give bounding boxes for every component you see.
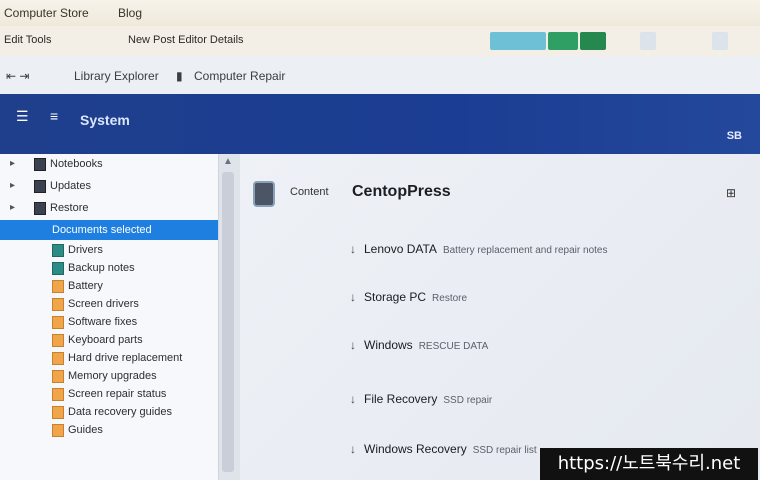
sidebar-item[interactable]: Screen drivers [0, 294, 218, 314]
main-label: Content [290, 186, 329, 198]
toolbar-button-4[interactable] [712, 32, 728, 50]
scrollbar-thumb[interactable] [222, 172, 234, 472]
folder-icon [52, 316, 64, 329]
item-icon [34, 180, 46, 193]
sidebar-item-label: Guides [68, 424, 103, 436]
folder-icon [52, 424, 64, 437]
sidebar-item[interactable]: Memory upgrades [0, 366, 218, 386]
pin-icon: ↓ [350, 242, 356, 256]
address-bar: ⇤ ⇥ Library Explorer ▮ Computer Repair [0, 56, 760, 95]
window-subtitle: Blog [118, 6, 143, 20]
pin-icon: ↓ [350, 392, 356, 406]
entry-title: Lenovo DATA [364, 242, 437, 256]
nav-arrows-icon[interactable]: ⇤ ⇥ [6, 69, 29, 83]
content-icon [253, 181, 275, 207]
status-button[interactable] [580, 32, 606, 50]
page-title: CentopPress [352, 183, 451, 200]
sidebar-item-label: Notebooks [50, 158, 103, 170]
sidebar-item[interactable]: Keyboard parts [0, 330, 218, 350]
entry-title: File Recovery [364, 392, 438, 406]
folder-icon [52, 406, 64, 419]
options-icon[interactable]: ⊞ [726, 186, 736, 200]
header-title: System [80, 112, 130, 128]
sidebar-item[interactable]: Software fixes [0, 312, 218, 332]
sidebar-item[interactable]: Guides [0, 420, 218, 440]
entry-title: Windows Recovery [364, 442, 467, 456]
toolbar-button-3[interactable] [640, 32, 656, 50]
editor-path: New Post Editor Details [128, 34, 244, 46]
sidebar-item[interactable]: ▸ Updates [0, 176, 218, 196]
item-icon [52, 244, 64, 257]
expand-arrow-icon[interactable]: ▸ [10, 158, 15, 169]
address-path[interactable]: Computer Repair [194, 69, 285, 83]
sidebar-item-label: Updates [50, 180, 91, 192]
folder-icon [52, 334, 64, 347]
item-icon [34, 158, 46, 171]
menu-icon[interactable]: ☰ [16, 108, 29, 125]
pin-icon: ↓ [350, 442, 356, 456]
toolbar-button-2[interactable] [548, 32, 578, 50]
folder-icon [52, 388, 64, 401]
watermark: https://노트북수리.net [540, 448, 758, 480]
sidebar-tree: ▸ Notebooks ▸ Updates ▸ Restore Documents sele… [0, 154, 218, 480]
library-label[interactable]: Library Explorer [74, 69, 159, 83]
sidebar-item[interactable]: Drivers [0, 240, 218, 260]
folder-icon: ▮ [176, 69, 183, 83]
entry-subtitle: Restore [432, 293, 468, 304]
entry-title: Windows [364, 338, 413, 352]
sidebar-item-label: Restore [50, 202, 89, 214]
main-panel [240, 154, 760, 480]
title-bar: Computer Store Blog [0, 0, 760, 27]
content-entry[interactable]: ↓ Windows Recovery SSD repair list [350, 442, 537, 456]
app-title: Computer Store [4, 6, 89, 20]
sidebar-item-label: Battery [68, 280, 103, 292]
list-icon[interactable]: ≡ [50, 108, 58, 124]
entry-subtitle: RESCUE DATA [418, 341, 489, 352]
sidebar-item[interactable]: Documents selected [0, 220, 218, 240]
item-icon [34, 202, 46, 215]
sidebar-item[interactable]: ▸ Restore [0, 198, 218, 218]
scroll-up-icon[interactable]: ▲ [223, 156, 233, 167]
content-entry[interactable]: ↓ Storage PC Restore [350, 290, 467, 304]
sidebar-item-label: Memory upgrades [68, 370, 157, 382]
entry-title: Storage PC [364, 290, 427, 304]
sidebar-item-label: Keyboard parts [68, 334, 143, 346]
sidebar-item-label: Documents selected [52, 224, 152, 236]
toolbar: Edit Tools New Post Editor Details [0, 26, 760, 57]
entry-subtitle: SSD repair [443, 395, 493, 406]
content-entry[interactable]: ↓ File Recovery SSD repair [350, 392, 492, 406]
sidebar-item-label: Backup notes [68, 262, 135, 274]
sidebar-item[interactable]: Hard drive replacement [0, 348, 218, 368]
sidebar-item-label: Screen drivers [68, 298, 139, 310]
folder-icon [52, 370, 64, 383]
pin-icon: ↓ [350, 290, 356, 304]
content-entry[interactable]: ↓ Windows RESCUE DATA [350, 338, 488, 352]
sidebar-item[interactable]: Screen repair status [0, 384, 218, 404]
sidebar-item-label: Screen repair status [68, 388, 167, 400]
toolbar-button-1[interactable] [490, 32, 546, 50]
entry-subtitle: SSD repair list [472, 445, 537, 456]
sidebar-item-label: Software fixes [68, 316, 138, 328]
sidebar-item[interactable]: Backup notes [0, 258, 218, 278]
content-entry[interactable]: ↓ Lenovo DATA Battery replacement and repa… [350, 242, 607, 256]
folder-icon [52, 298, 64, 311]
expand-arrow-icon[interactable]: ▸ [10, 202, 15, 213]
sidebar-item[interactable]: Data recovery guides [0, 402, 218, 422]
folder-icon [52, 352, 64, 365]
sidebar-item[interactable]: ▸ Notebooks [0, 154, 218, 174]
expand-arrow-icon[interactable]: ▸ [10, 180, 15, 191]
sidebar-item[interactable]: Battery [0, 276, 218, 296]
sidebar-item-label: Data recovery guides [68, 406, 172, 418]
entry-subtitle: Battery replacement and repair notes [442, 245, 608, 256]
pin-icon: ↓ [350, 338, 356, 352]
folder-icon [52, 280, 64, 293]
sidebar-item-label: Hard drive replacement [68, 352, 183, 364]
item-icon [52, 262, 64, 275]
sidebar-item-label: Drivers [68, 244, 103, 256]
header-user-badge[interactable]: SB [727, 130, 742, 142]
edit-tools-menu[interactable]: Edit Tools [4, 34, 52, 46]
